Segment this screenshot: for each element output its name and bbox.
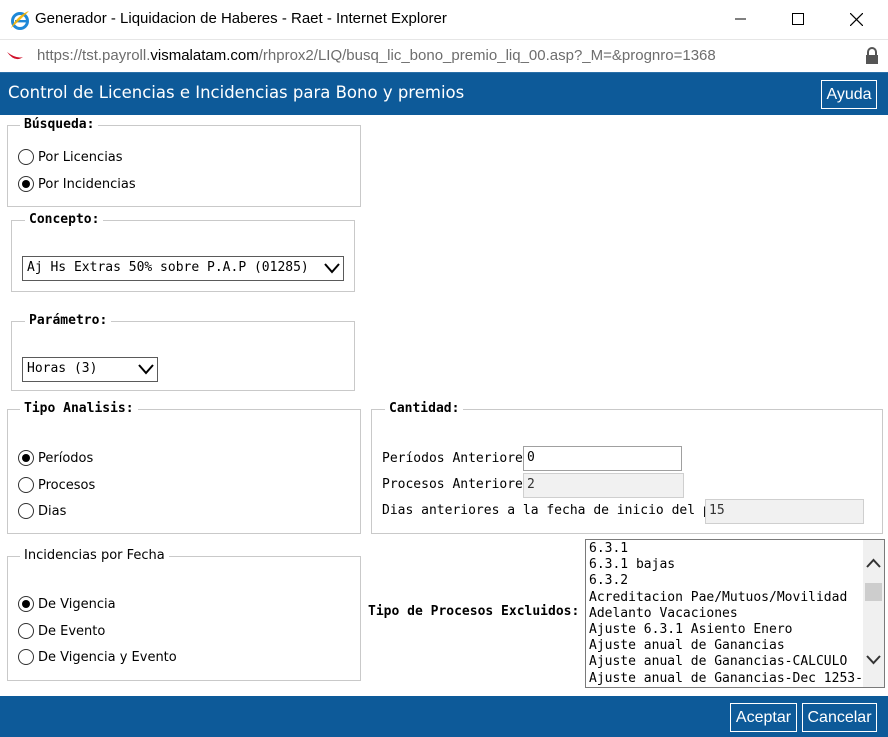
radio-procesos[interactable]: Procesos (18, 476, 95, 494)
list-item[interactable]: Ajuste anual de Ganancias-CALCULO (589, 654, 879, 670)
procesos-excluidos-label: Tipo de Procesos Excluidos: (368, 604, 580, 619)
maximize-button[interactable] (775, 0, 821, 38)
address-bar[interactable]: https://tst.payroll.vismalatam.com/rhpro… (0, 39, 888, 71)
incidencias-fecha-fieldset: Incidencias por Fecha De Vigencia De Eve… (7, 548, 361, 681)
minimize-icon (735, 18, 746, 20)
listbox-items: 6.3.1 6.3.1 bajas 6.3.2 Acreditacion Pae… (589, 541, 879, 687)
list-item[interactable]: Ajuste 6.3.1 Asiento Enero (589, 622, 879, 638)
app-header: Control de Licencias e Incidencias para … (0, 72, 888, 115)
radio-circle[interactable] (18, 450, 34, 466)
url-text[interactable]: https://tst.payroll.vismalatam.com/rhpro… (37, 47, 716, 64)
accept-button[interactable]: Aceptar (730, 703, 797, 732)
periodos-anteriores-input[interactable]: 0 (523, 446, 682, 471)
lock-icon[interactable] (864, 47, 880, 65)
list-item[interactable]: Ajuste anual de Ganancias (589, 638, 879, 654)
concepto-selected-value: Aj Hs Extras 50% sobre P.A.P (01285) (27, 260, 309, 275)
parametro-fieldset: Parámetro: Horas (3) (11, 313, 355, 391)
busqueda-fieldset: Búsqueda: Por Licencias Por Incidencias (7, 117, 361, 207)
procesos-excluidos-listbox[interactable]: 6.3.1 6.3.1 bajas 6.3.2 Acreditacion Pae… (585, 539, 885, 688)
busqueda-legend: Búsqueda: (20, 117, 99, 133)
procesos-anteriores-label: Procesos Anteriores: (382, 477, 539, 492)
listbox-scrollbar[interactable] (863, 540, 884, 687)
window-titlebar: Generador - Liquidacion de Haberes - Rae… (0, 0, 888, 39)
radio-label: De Vigencia (38, 596, 116, 612)
radio-label: Períodos (38, 450, 94, 466)
chevron-down-icon[interactable] (865, 653, 882, 667)
chevron-down-icon (324, 263, 340, 274)
url-path: /rhprox2/LIQ/busq_lic_bono_premio_liq_00… (258, 47, 716, 64)
parametro-select[interactable]: Horas (3) (22, 357, 158, 382)
radio-circle[interactable] (18, 149, 34, 165)
site-favicon-icon (7, 52, 23, 60)
radio-de-vigencia[interactable]: De Vigencia (18, 595, 116, 613)
cantidad-fieldset: Cantidad: Períodos Anteriores: 0 Proceso… (371, 401, 883, 534)
radio-periodos[interactable]: Períodos (18, 449, 93, 467)
radio-circle[interactable] (18, 649, 34, 665)
radio-de-evento[interactable]: De Evento (18, 622, 105, 640)
footer-bar: Aceptar Cancelar (0, 696, 888, 737)
radio-label: Por Incidencias (38, 176, 136, 192)
concepto-legend: Concepto: (25, 212, 104, 228)
help-button[interactable]: Ayuda (821, 80, 877, 109)
radio-circle[interactable] (18, 477, 34, 493)
list-item[interactable]: 6.3.1 bajas (589, 557, 879, 573)
list-item[interactable]: Ajuste anual de Ganancias-Dec 1253-16 (589, 671, 879, 687)
tipo-analisis-fieldset: Tipo Analisis: Períodos Procesos Dias (7, 401, 361, 534)
list-item[interactable]: Acreditacion Pae/Mutuos/Movilidad (589, 590, 879, 606)
radio-dias[interactable]: Dias (18, 502, 66, 520)
dias-anteriores-input[interactable]: 15 (705, 499, 864, 524)
radio-label: De Evento (38, 623, 106, 639)
radio-label: Por Licencias (38, 149, 123, 165)
url-prefix: https://tst.payroll. (37, 47, 151, 64)
radio-por-incidencias[interactable]: Por Incidencias (18, 175, 136, 193)
list-item[interactable]: Adelanto Vacaciones (589, 606, 879, 622)
concepto-fieldset: Concepto: Aj Hs Extras 50% sobre P.A.P (… (11, 212, 355, 292)
cantidad-legend: Cantidad: (385, 401, 464, 417)
radio-circle[interactable] (18, 503, 34, 519)
close-button[interactable] (833, 0, 879, 38)
cancel-button[interactable]: Cancelar (802, 703, 877, 732)
close-icon (849, 12, 863, 26)
radio-label: Procesos (38, 477, 96, 493)
list-item[interactable]: 6.3.2 (589, 573, 879, 589)
parametro-legend: Parámetro: (25, 313, 112, 329)
parametro-selected-value: Horas (3) (27, 361, 98, 376)
radio-circle[interactable] (18, 596, 34, 612)
radio-circle[interactable] (18, 176, 34, 192)
page-title: Control de Licencias e Incidencias para … (8, 83, 465, 102)
procesos-anteriores-input[interactable]: 2 (523, 473, 684, 498)
incidencias-fecha-legend: Incidencias por Fecha (20, 548, 169, 564)
list-item[interactable]: 6.3.1 (589, 541, 879, 557)
minimize-button[interactable] (718, 0, 764, 38)
radio-por-licencias[interactable]: Por Licencias (18, 148, 123, 166)
concepto-select[interactable]: Aj Hs Extras 50% sobre P.A.P (01285) (22, 256, 344, 281)
maximize-icon (792, 13, 804, 25)
radio-circle[interactable] (18, 623, 34, 639)
periodos-anteriores-label: Períodos Anteriores: (382, 451, 539, 466)
internet-explorer-icon (11, 11, 29, 30)
url-host: vismalatam.com (150, 47, 259, 64)
tipo-analisis-legend: Tipo Analisis: (20, 401, 138, 417)
radio-de-vigencia-y-evento[interactable]: De Vigencia y Evento (18, 648, 177, 666)
radio-label: Dias (38, 503, 67, 519)
window-title: Generador - Liquidacion de Haberes - Rae… (35, 10, 447, 27)
chevron-up-icon[interactable] (865, 556, 882, 570)
radio-label: De Vigencia y Evento (38, 649, 177, 665)
scrollbar-thumb[interactable] (865, 583, 882, 601)
chevron-down-icon (138, 364, 154, 375)
